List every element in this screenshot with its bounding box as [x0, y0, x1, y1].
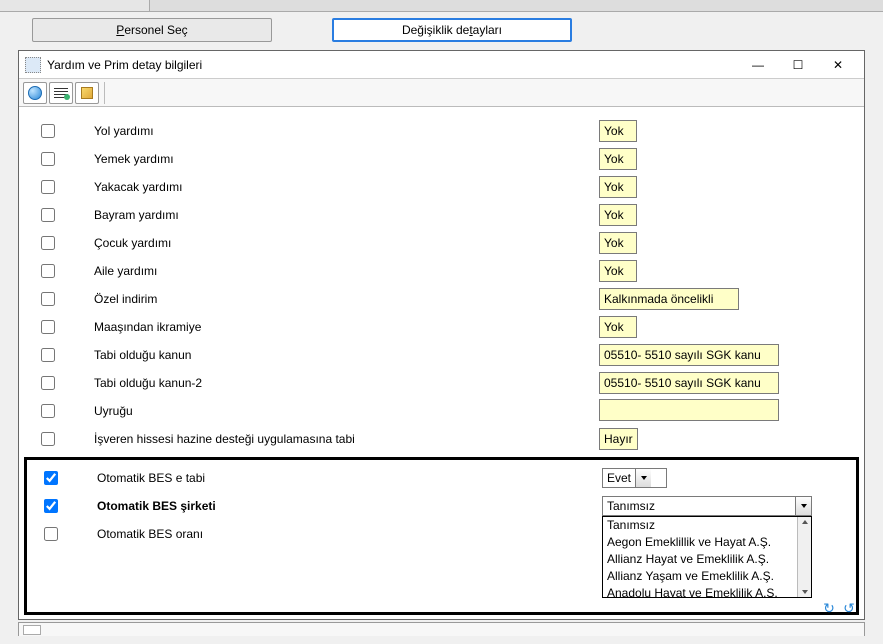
checkbox-yemek[interactable]	[41, 152, 55, 166]
chevron-down-icon	[635, 469, 651, 487]
row-yakacak: Yakacak yardımı Yok	[39, 173, 844, 201]
checkbox-cocuk[interactable]	[41, 236, 55, 250]
checkbox-bes-tabi[interactable]	[44, 471, 58, 485]
minimize-button[interactable]: —	[738, 53, 778, 77]
dropdown-item[interactable]: Allianz Yaşam ve Emeklilik A.Ş.	[603, 568, 811, 585]
value-yol[interactable]: Yok	[599, 120, 637, 142]
maximize-button[interactable]: ☐	[778, 53, 818, 77]
dropdown-item[interactable]: Tanımsız	[603, 517, 811, 534]
globe-icon	[28, 86, 42, 100]
tab-stub[interactable]	[0, 0, 150, 11]
row-bes-tabi: Otomatik BES e tabi Evet	[42, 464, 841, 492]
combo-bes-sirket-text: Tanımsız	[603, 497, 795, 515]
combo-bes-tabi-text: Evet	[603, 469, 635, 487]
row-ozel-indirim: Özel indirim Kalkınmada öncelikli	[39, 285, 844, 313]
label-maas-ikramiye: Maaşından ikramiye	[94, 320, 599, 334]
close-button[interactable]: ✕	[818, 53, 858, 77]
value-aile[interactable]: Yok	[599, 260, 637, 282]
label-bes-sirket: Otomatik BES şirketi	[97, 499, 602, 513]
row-maas-ikramiye: Maaşından ikramiye Yok	[39, 313, 844, 341]
label-bayram: Bayram yardımı	[94, 208, 599, 222]
dropdown-item[interactable]: Allianz Hayat ve Emeklilik A.Ş.	[603, 551, 811, 568]
combo-bes-sirket[interactable]: Tanımsız	[602, 496, 812, 516]
label-kanun2: Tabi olduğu kanun-2	[94, 376, 599, 390]
row-cocuk: Çocuk yardımı Yok	[39, 229, 844, 257]
checkbox-bayram[interactable]	[41, 208, 55, 222]
checkbox-bes-oran[interactable]	[44, 527, 58, 541]
degisiklik-detaylari-button[interactable]: Değişiklik detayları	[332, 18, 572, 42]
window-title: Yardım ve Prim detay bilgileri	[47, 58, 738, 72]
footer-icons: ↻ ↺	[820, 599, 858, 617]
row-kanun2: Tabi olduğu kanun-2 05510- 5510 sayılı S…	[39, 369, 844, 397]
checkbox-hazine[interactable]	[41, 432, 55, 446]
export-icon	[81, 87, 93, 99]
checkbox-uyruk[interactable]	[41, 404, 55, 418]
label-uyruk: Uyruğu	[94, 404, 599, 418]
row-bayram: Bayram yardımı Yok	[39, 201, 844, 229]
value-bayram[interactable]: Yok	[599, 204, 637, 226]
degisiklik-detaylari-label: Değişiklik detayları	[402, 23, 502, 37]
value-uyruk[interactable]	[599, 399, 779, 421]
row-uyruk: Uyruğu	[39, 397, 844, 425]
row-yol: Yol yardımı Yok	[39, 117, 844, 145]
dropdown-bes-sirket[interactable]: Tanımsız Aegon Emeklillik ve Hayat A.Ş. …	[602, 516, 812, 598]
row-yemek: Yemek yardımı Yok	[39, 145, 844, 173]
toolbar-help-button[interactable]	[23, 82, 47, 104]
checkbox-yol[interactable]	[41, 124, 55, 138]
value-hazine[interactable]: Hayır	[599, 428, 638, 450]
value-maas-ikramiye[interactable]: Yok	[599, 316, 637, 338]
label-hazine: İşveren hissesi hazine desteği uygulamas…	[94, 432, 599, 446]
titlebar: Yardım ve Prim detay bilgileri — ☐ ✕	[19, 51, 864, 79]
outer-footer-panel	[18, 622, 865, 636]
value-ozel-indirim[interactable]: Kalkınmada öncelikli	[599, 288, 739, 310]
row-hazine: İşveren hissesi hazine desteği uygulamas…	[39, 425, 844, 453]
label-yakacak: Yakacak yardımı	[94, 180, 599, 194]
bes-highlight-box: Otomatik BES e tabi Evet Otomatik BES şi…	[24, 457, 859, 615]
window-icon	[25, 57, 41, 73]
refresh-icon[interactable]: ↻	[820, 599, 838, 617]
dropdown-scrollbar[interactable]	[797, 517, 811, 597]
confirm-icon[interactable]: ↺	[840, 599, 858, 617]
label-ozel-indirim: Özel indirim	[94, 292, 599, 306]
checkbox-aile[interactable]	[41, 264, 55, 278]
value-cocuk[interactable]: Yok	[599, 232, 637, 254]
dropdown-item[interactable]: Aegon Emeklillik ve Hayat A.Ş.	[603, 534, 811, 551]
label-aile: Aile yardımı	[94, 264, 599, 278]
top-button-bar: Personel Seç Değişiklik detayları	[0, 12, 883, 48]
chevron-down-icon	[795, 497, 811, 515]
value-kanun1[interactable]: 05510- 5510 sayılı SGK kanu	[599, 344, 779, 366]
content-area: Yol yardımı Yok Yemek yardımı Yok Yakaca…	[19, 107, 864, 619]
row-aile: Aile yardımı Yok	[39, 257, 844, 285]
personel-sec-button[interactable]: Personel Seç	[32, 18, 272, 42]
label-kanun1: Tabi olduğu kanun	[94, 348, 599, 362]
value-yakacak[interactable]: Yok	[599, 176, 637, 198]
outer-footer-strip	[23, 625, 41, 635]
toolbar-list-button[interactable]	[49, 82, 73, 104]
checkbox-kanun2[interactable]	[41, 376, 55, 390]
label-cocuk: Çocuk yardımı	[94, 236, 599, 250]
detail-window: Yardım ve Prim detay bilgileri — ☐ ✕ Yol…	[18, 50, 865, 620]
list-icon	[54, 88, 68, 98]
personel-sec-label: Personel Seç	[116, 23, 187, 37]
combo-bes-tabi[interactable]: Evet	[602, 468, 667, 488]
label-yol: Yol yardımı	[94, 124, 599, 138]
value-yemek[interactable]: Yok	[599, 148, 637, 170]
row-kanun1: Tabi olduğu kanun 05510- 5510 sayılı SGK…	[39, 341, 844, 369]
checkbox-yakacak[interactable]	[41, 180, 55, 194]
checkbox-maas-ikramiye[interactable]	[41, 320, 55, 334]
checkbox-bes-sirket[interactable]	[44, 499, 58, 513]
label-yemek: Yemek yardımı	[94, 152, 599, 166]
dropdown-item[interactable]: Anadolu Hayat ve Emeklilik A.Ş.	[603, 585, 811, 598]
label-bes-tabi: Otomatik BES e tabi	[97, 471, 602, 485]
label-bes-oran: Otomatik BES oranı	[97, 527, 602, 541]
toolbar-separator	[104, 82, 105, 104]
toolbar-export-button[interactable]	[75, 82, 99, 104]
checkbox-kanun1[interactable]	[41, 348, 55, 362]
checkbox-ozel-indirim[interactable]	[41, 292, 55, 306]
value-kanun2[interactable]: 05510- 5510 sayılı SGK kanu	[599, 372, 779, 394]
app-tab-strip	[0, 0, 883, 12]
row-bes-sirket: Otomatik BES şirketi Tanımsız Tanımsız A…	[42, 492, 841, 520]
toolbar	[19, 79, 864, 107]
